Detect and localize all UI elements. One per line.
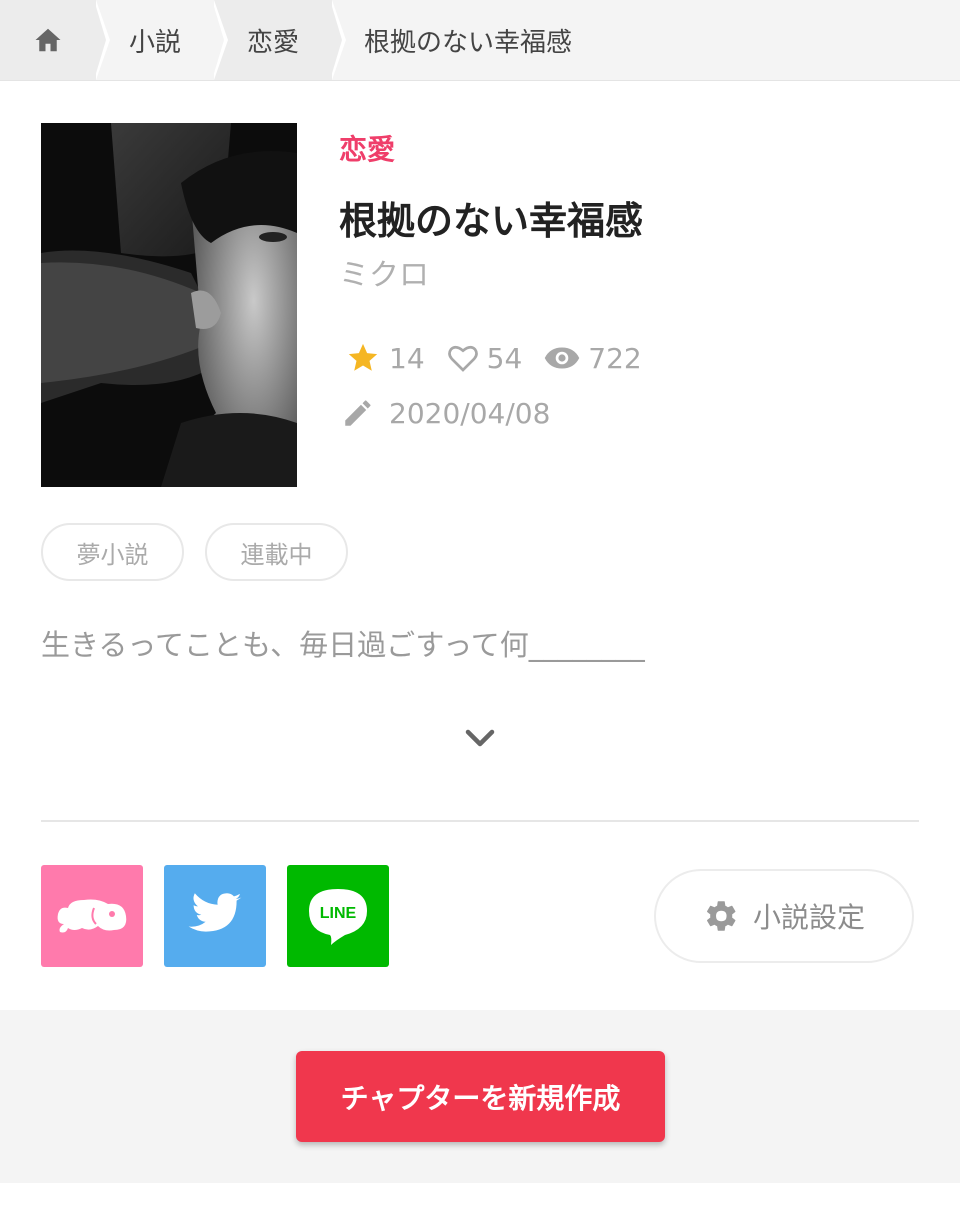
stars-count: 14 xyxy=(389,341,425,375)
line-icon: LINE xyxy=(309,889,367,945)
home-icon xyxy=(35,28,61,52)
updated-date: 2020/04/08 xyxy=(341,396,550,430)
breadcrumb: 小説 恋愛 根拠のない幸福感 xyxy=(0,0,960,81)
pencil-icon xyxy=(345,400,371,426)
line-logo-text: LINE xyxy=(320,905,357,922)
stat-views: 722 xyxy=(544,341,642,375)
breadcrumb-item-novel[interactable]: 小説 xyxy=(96,0,214,80)
breadcrumb-separator xyxy=(212,0,224,80)
star-icon xyxy=(348,343,378,371)
tag-label: 夢小説 xyxy=(76,540,149,569)
share-line-button[interactable]: LINE xyxy=(287,865,389,967)
stat-likes: 54 xyxy=(447,341,523,375)
elephant-icon xyxy=(57,899,127,933)
tag-dream-novel[interactable]: 夢小説 xyxy=(41,523,184,581)
breadcrumb-home[interactable] xyxy=(0,0,96,80)
breadcrumb-item-romance[interactable]: 恋愛 xyxy=(214,0,332,80)
breadcrumb-item-current: 根拠のない幸福感 xyxy=(332,0,622,80)
genre-label[interactable]: 恋愛 xyxy=(339,128,395,168)
cover-image[interactable] xyxy=(41,123,297,487)
stat-stars: 14 xyxy=(345,341,425,375)
twitter-bird-icon xyxy=(188,893,242,932)
novel-title: 根拠のない幸福感 xyxy=(339,199,644,243)
breadcrumb-label: 根拠のない幸福感 xyxy=(364,27,573,58)
breadcrumb-separator xyxy=(94,0,106,80)
novel-stats: 14 54 722 xyxy=(345,338,664,378)
divider xyxy=(41,820,919,822)
new-chapter-label: チャプターを新規作成 xyxy=(340,1081,621,1115)
updated-date-text: 2020/04/08 xyxy=(389,396,551,430)
chevron-down-icon[interactable] xyxy=(462,720,498,756)
heart-icon xyxy=(447,346,478,372)
breadcrumb-separator xyxy=(330,0,342,80)
novel-summary: 生きるってことも、毎日過ごすって何________ xyxy=(41,628,645,662)
tag-ongoing[interactable]: 連載中 xyxy=(205,523,348,581)
tag-label: 連載中 xyxy=(240,540,313,569)
share-estar-button[interactable] xyxy=(41,865,143,967)
settings-label: 小説設定 xyxy=(752,901,865,934)
cover-photo xyxy=(41,123,297,487)
breadcrumb-label: 小説 xyxy=(128,27,181,58)
eye-icon xyxy=(545,347,580,369)
novel-settings-button[interactable]: 小説設定 xyxy=(654,869,914,963)
views-count: 722 xyxy=(588,341,642,375)
gear-icon xyxy=(706,901,736,931)
breadcrumb-label: 恋愛 xyxy=(246,27,299,58)
author-name[interactable]: ミクロ xyxy=(339,250,429,294)
new-chapter-button[interactable]: チャプターを新規作成 xyxy=(296,1051,665,1142)
share-twitter-button[interactable] xyxy=(164,865,266,967)
likes-count: 54 xyxy=(486,341,523,375)
